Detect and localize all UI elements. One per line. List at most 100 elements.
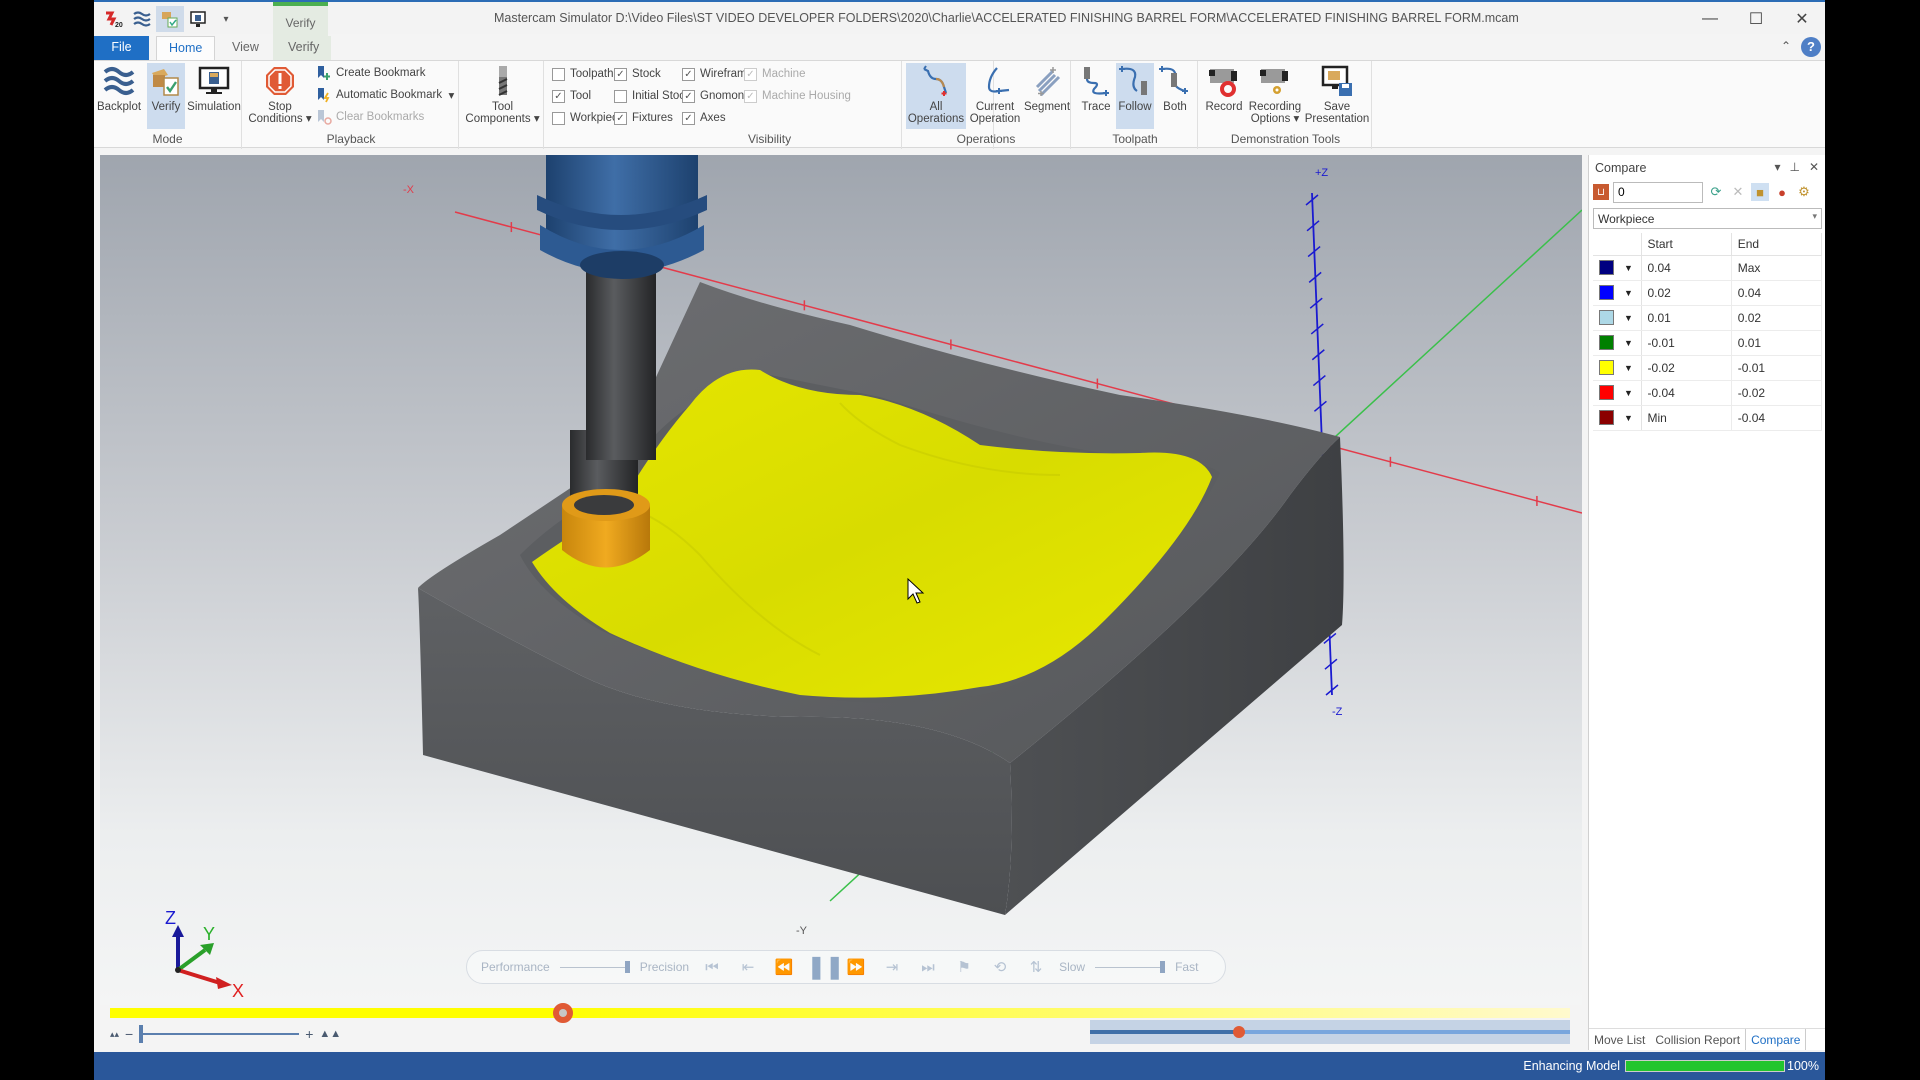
color-cell[interactable]: ▼	[1593, 255, 1642, 281]
table-row[interactable]: ▼ -0.01 0.01	[1593, 330, 1823, 356]
solid-compare-icon[interactable]: ●	[1773, 183, 1791, 201]
operation-timeline[interactable]	[1090, 1020, 1570, 1044]
step-forward-button[interactable]: ⇥	[879, 958, 905, 976]
color-cell[interactable]: ▼	[1593, 330, 1642, 356]
checkbox-toolpath[interactable]: Toolpath	[552, 64, 613, 84]
verify-button[interactable]: Verify	[147, 63, 185, 129]
color-swatch[interactable]	[1599, 260, 1614, 276]
checkbox-unchecked-icon[interactable]	[552, 67, 565, 81]
tab-compare[interactable]: Compare	[1745, 1029, 1807, 1050]
customize-dropdown-icon[interactable]: ▾	[212, 6, 240, 32]
table-row[interactable]: ▼ 0.01 0.02	[1593, 305, 1823, 331]
tolerance-input[interactable]	[1613, 181, 1703, 203]
start-cell[interactable]: 0.01	[1641, 305, 1732, 331]
end-cell[interactable]: 0.02	[1731, 305, 1823, 331]
speed-slider-thumb[interactable]	[1160, 960, 1166, 973]
end-cell[interactable]: -0.04	[1731, 405, 1823, 431]
recording-options-button[interactable]: Recording Options ▾	[1246, 63, 1304, 129]
pause-button[interactable]: ❚❚	[807, 954, 844, 980]
color-swatch[interactable]	[1599, 310, 1614, 326]
color-swatch[interactable]	[1599, 385, 1614, 401]
help-icon[interactable]: ?	[1801, 37, 1821, 57]
simulation-progress-bar[interactable]	[110, 1003, 1570, 1023]
checkbox-checked-icon[interactable]: ✓	[682, 89, 695, 103]
color-cell[interactable]: ▼	[1593, 280, 1642, 306]
compare-target-select[interactable]: Workpiece ▾	[1593, 208, 1822, 229]
checkbox-checked-icon[interactable]: ✓	[552, 89, 565, 103]
color-swatch[interactable]	[1599, 360, 1614, 376]
tab-move-list[interactable]: Move List	[1589, 1029, 1650, 1050]
clear-icon[interactable]: ✕	[1729, 183, 1747, 201]
tab-file[interactable]: File	[94, 36, 149, 60]
simulation-icon[interactable]	[184, 6, 212, 32]
tab-collision-report[interactable]: Collision Report	[1650, 1029, 1745, 1050]
start-cell[interactable]: Min	[1641, 405, 1732, 431]
add-bookmark-icon[interactable]: ⚑	[951, 958, 977, 976]
simulation-progress-thumb[interactable]	[552, 1003, 573, 1023]
end-cell[interactable]: 0.01	[1731, 330, 1823, 356]
color-dropdown-icon[interactable]: ▼	[1624, 263, 1633, 273]
end-cell[interactable]: 0.04	[1731, 280, 1823, 306]
timeline-thumb[interactable]	[1232, 1026, 1245, 1038]
start-cell[interactable]: 0.04	[1641, 255, 1732, 281]
simulation-button[interactable]: Simulation	[187, 63, 241, 129]
table-row[interactable]: ▼ -0.04 -0.02	[1593, 380, 1823, 406]
pin-icon[interactable]: ⊥	[1789, 160, 1799, 174]
checkbox-checked-icon[interactable]: ✓	[682, 111, 695, 125]
go-to-start-button[interactable]: ⏮	[699, 959, 725, 976]
start-cell[interactable]: -0.02	[1641, 355, 1732, 381]
end-cell[interactable]: -0.02	[1731, 380, 1823, 406]
timeline-zoom-slider[interactable]	[139, 1025, 300, 1043]
backplot-icon[interactable]	[128, 6, 156, 32]
checkbox-initial-stock[interactable]: Initial Stock	[614, 86, 691, 106]
checkbox-checked-icon[interactable]: ✓	[744, 67, 757, 81]
color-dropdown-icon[interactable]: ▼	[1624, 388, 1633, 398]
collapse-ribbon-icon[interactable]: ⌃	[1781, 39, 1791, 53]
save-presentation-button[interactable]: Save Presentation	[1305, 63, 1369, 129]
fast-forward-button[interactable]: ⏩	[843, 958, 869, 976]
quality-slider[interactable]	[559, 960, 630, 973]
rewind-button[interactable]: ⏪	[771, 958, 797, 976]
checkbox-unchecked-icon[interactable]	[552, 111, 565, 125]
table-row[interactable]: ▼ 0.02 0.04	[1593, 280, 1823, 306]
bookmark-navigate-icon[interactable]: ⇅	[1023, 958, 1049, 976]
checkbox-gnomon[interactable]: ✓ Gnomon	[682, 86, 744, 106]
zoom-in-far-icon[interactable]: ▲▲	[319, 1028, 341, 1040]
backplot-button[interactable]: Backplot	[97, 63, 141, 129]
checkbox-wireframe[interactable]: ✓ Wireframe	[682, 64, 753, 84]
record-button[interactable]: Record	[1204, 63, 1244, 129]
checkbox-stock[interactable]: ✓ Stock	[614, 64, 661, 84]
table-row[interactable]: ▼ -0.02 -0.01	[1593, 355, 1823, 381]
zoom-in-button[interactable]: +	[305, 1026, 313, 1042]
minimize-button[interactable]: —	[1687, 6, 1733, 32]
color-dropdown-icon[interactable]: ▼	[1624, 413, 1633, 423]
color-cell[interactable]: ▼	[1593, 380, 1642, 406]
color-dropdown-icon[interactable]: ▼	[1624, 338, 1633, 348]
color-dropdown-icon[interactable]: ▼	[1624, 288, 1633, 298]
table-row[interactable]: ▼ Min -0.04	[1593, 405, 1823, 431]
verify-icon[interactable]	[156, 6, 184, 32]
checkbox-checked-icon[interactable]: ✓	[682, 67, 695, 81]
close-button[interactable]: ✕	[1779, 6, 1825, 32]
zoom-out-button[interactable]: −	[125, 1026, 133, 1042]
trace-button[interactable]: Trace	[1077, 63, 1115, 129]
checkbox-machine[interactable]: ✓ Machine	[744, 64, 805, 84]
color-swatch[interactable]	[1599, 335, 1614, 351]
color-cell[interactable]: ▼	[1593, 405, 1642, 431]
end-cell[interactable]: Max	[1731, 255, 1823, 281]
create-bookmark-button[interactable]: Create Bookmark	[316, 63, 425, 83]
color-swatch[interactable]	[1599, 285, 1614, 301]
start-cell[interactable]: -0.04	[1641, 380, 1732, 406]
checkbox-unchecked-icon[interactable]	[614, 89, 627, 103]
current-operation-button[interactable]: Current Operation	[968, 63, 1022, 129]
checkbox-checked-icon[interactable]: ✓	[614, 111, 627, 125]
automatic-bookmark-button[interactable]: Automatic Bookmark ▾	[316, 85, 454, 105]
options-icon[interactable]: ⚙	[1795, 183, 1813, 201]
checkbox-checked-icon[interactable]: ✓	[744, 89, 757, 103]
checkbox-tool[interactable]: ✓ Tool	[552, 86, 591, 106]
checkbox-axes[interactable]: ✓ Axes	[682, 108, 726, 128]
mastercam-logo-icon[interactable]: 20	[100, 6, 128, 32]
start-cell[interactable]: 0.02	[1641, 280, 1732, 306]
loop-icon[interactable]: ⟲	[987, 958, 1013, 976]
checkbox-machine-housing[interactable]: ✓ Machine Housing	[744, 86, 851, 106]
